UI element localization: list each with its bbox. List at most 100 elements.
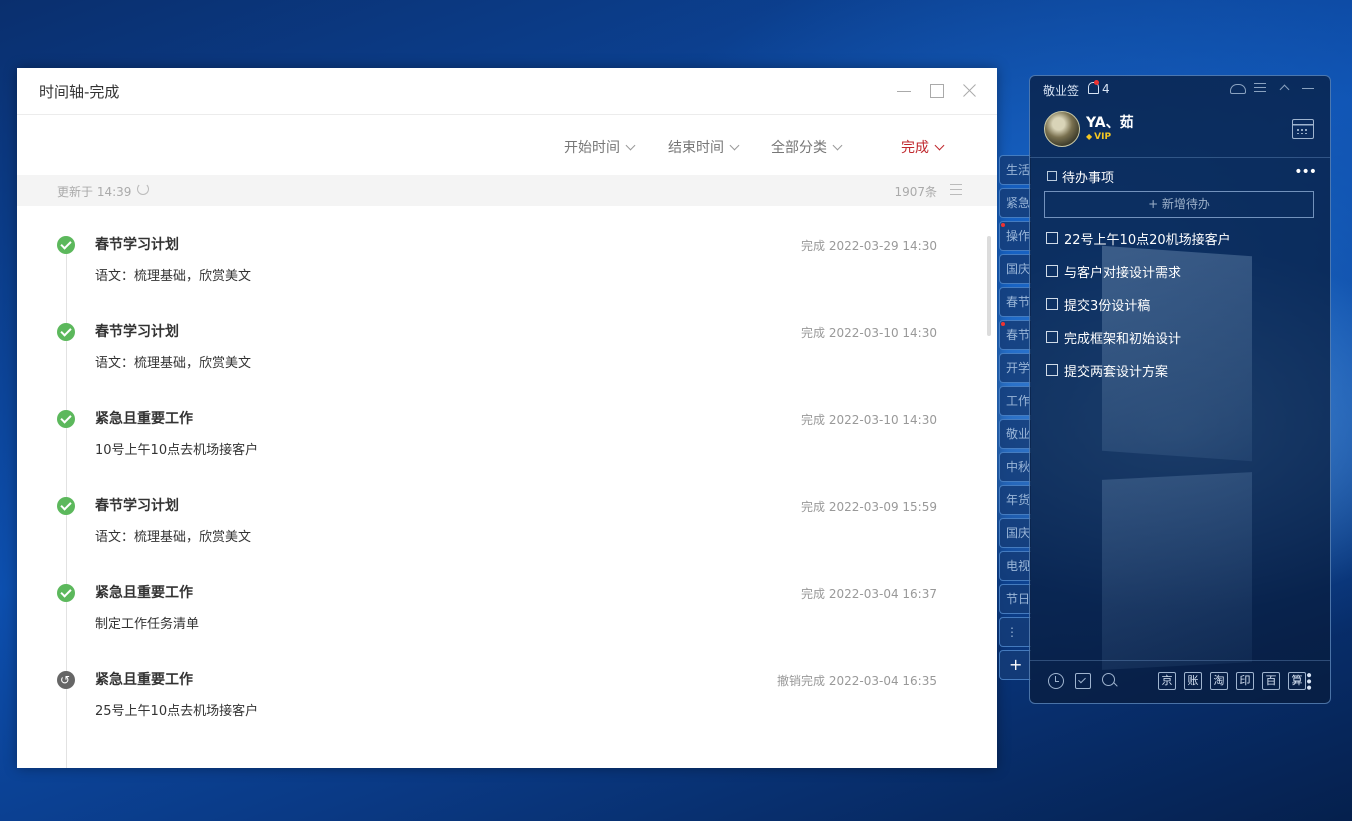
- todo-title: 待办事项: [1062, 171, 1115, 186]
- add-tab-button[interactable]: +: [999, 650, 1031, 680]
- filter-label: 全部分类: [771, 140, 827, 156]
- minimize-button[interactable]: [895, 82, 913, 100]
- avatar[interactable]: [1044, 111, 1080, 147]
- tab-school[interactable]: 开学: [999, 353, 1031, 383]
- shortcut-print[interactable]: 印: [1236, 672, 1254, 690]
- filter-label: 结束时间: [668, 140, 724, 156]
- category-tabs: 生活 紧急 操作 国庆 春节 春节 开学 工作 敬业 中秋 年货 国庆 电视 节…: [999, 155, 1031, 683]
- add-todo-button[interactable]: + 新增待办: [1044, 191, 1314, 218]
- sticky-note-widget: 敬业签 4 YA、茹 VIP 待办事项 ••• + 新增待办 22号上午10点2…: [1029, 75, 1331, 704]
- item-title: 紧急且重要工作: [95, 672, 193, 688]
- tab-operation[interactable]: 操作: [999, 221, 1031, 251]
- item-status: 完成 2022-03-10 14:30: [801, 326, 937, 340]
- tab-label: 生活: [1006, 163, 1031, 177]
- refresh-icon[interactable]: [137, 183, 149, 195]
- todo-checkbox[interactable]: [1046, 232, 1058, 244]
- maximize-button[interactable]: [928, 82, 946, 100]
- filter-category[interactable]: 全部分类: [771, 137, 843, 157]
- red-dot-icon: [1001, 322, 1005, 326]
- item-status: 完成 2022-03-04 16:37: [801, 587, 937, 601]
- scrollbar[interactable]: [987, 236, 991, 336]
- item-desc: 语文：梳理基础，欣赏美文: [95, 530, 252, 545]
- plus-icon: +: [1009, 655, 1023, 674]
- list-view-icon[interactable]: [950, 184, 962, 195]
- tab-national-day[interactable]: 国庆: [999, 254, 1031, 284]
- timeline-item[interactable]: 紧急且重要工作 制定工作任务清单 完成 2022-03-04 16:37: [17, 554, 977, 641]
- item-desc: 25号上午10点去机场接客户: [95, 704, 259, 719]
- filter-status[interactable]: 完成: [901, 137, 945, 157]
- todo-checkbox[interactable]: [1046, 364, 1058, 376]
- tab-more[interactable]: ⋮: [999, 617, 1031, 647]
- tab-new-year-goods[interactable]: 年货: [999, 485, 1031, 515]
- check-circle-icon: [57, 497, 75, 515]
- search-icon[interactable]: [1102, 673, 1115, 686]
- menu-icon[interactable]: [1254, 82, 1268, 94]
- filter-start-time[interactable]: 开始时间: [564, 137, 636, 157]
- clock-icon[interactable]: [1048, 673, 1064, 689]
- collapse-icon[interactable]: [1278, 82, 1292, 94]
- tab-urgent[interactable]: 紧急: [999, 188, 1031, 218]
- chevron-down-icon: [934, 140, 945, 151]
- tab-work[interactable]: 工作: [999, 386, 1031, 416]
- timeline-item[interactable]: 紧急且重要工作 10号上午10点去机场接客户 完成 2022-03-10 14:…: [17, 380, 977, 467]
- item-status: 完成 2022-03-10 14:30: [801, 413, 937, 427]
- todo-checkbox[interactable]: [1046, 265, 1058, 277]
- timeline-item[interactable]: 紧急且重要工作 25号上午10点去机场接客户 撤销完成 2022-03-04 1…: [17, 641, 977, 728]
- vip-badge: VIP: [1086, 132, 1111, 142]
- tab-label: 春节: [1006, 328, 1031, 342]
- calendar-icon[interactable]: [1292, 119, 1314, 139]
- minimize-icon[interactable]: [1302, 82, 1316, 94]
- title-bar: 时间轴-完成: [17, 68, 997, 115]
- item-desc: 语文：梳理基础，欣赏美文: [95, 356, 252, 371]
- item-status: 完成 2022-03-29 14:30: [801, 239, 937, 253]
- item-title: 紧急且重要工作: [95, 411, 193, 427]
- tab-label: 国庆: [1006, 526, 1031, 540]
- tab-label: 国庆: [1006, 262, 1031, 276]
- shortcut-baidu[interactable]: 百: [1262, 672, 1280, 690]
- more-options-icon[interactable]: •••: [1294, 164, 1317, 180]
- timeline-window: 时间轴-完成 开始时间 结束时间 全部分类 完成 更新于 14:39 1907条…: [17, 68, 997, 768]
- tab-holiday[interactable]: 节日: [999, 584, 1031, 614]
- todo-label: 与客户对接设计需求: [1064, 266, 1182, 281]
- tab-tv[interactable]: 电视: [999, 551, 1031, 581]
- todo-checkbox[interactable]: [1046, 331, 1058, 343]
- timeline-item[interactable]: 春节学习计划 语文：梳理基础，欣赏美文 完成 2022-03-10 14:30: [17, 293, 977, 380]
- cloud-sync-icon[interactable]: [1230, 84, 1246, 94]
- timeline-item[interactable]: 春节学习计划 语文：梳理基础，欣赏美文 完成 2022-03-09 15:59: [17, 467, 977, 554]
- tab-label: 节日: [1006, 592, 1031, 606]
- tab-spring-festival[interactable]: 春节: [999, 287, 1031, 317]
- tab-mid-autumn[interactable]: 中秋: [999, 452, 1031, 482]
- widget-footer: 京 账 淘 印 百 算 •••: [1030, 660, 1330, 703]
- item-status: 完成 2022-03-09 15:59: [801, 500, 937, 514]
- todo-checkbox[interactable]: [1046, 298, 1058, 310]
- todo-label: 完成框架和初始设计: [1064, 332, 1182, 347]
- shortcut-jd[interactable]: 京: [1158, 672, 1176, 690]
- tab-national-day-2[interactable]: 国庆: [999, 518, 1031, 548]
- tab-label: 操作: [1006, 229, 1031, 243]
- close-button[interactable]: [960, 82, 978, 100]
- check-circle-icon: [57, 410, 75, 428]
- shortcut-taobao[interactable]: 淘: [1210, 672, 1228, 690]
- filter-end-time[interactable]: 结束时间: [668, 137, 740, 157]
- more-icon: ⋮: [1006, 625, 1018, 639]
- item-title: 春节学习计划: [95, 237, 179, 253]
- username: YA、茹: [1086, 115, 1134, 131]
- completed-icon[interactable]: [1075, 673, 1091, 689]
- filter-label: 完成: [901, 140, 929, 156]
- status-bar: 更新于 14:39 1907条: [17, 175, 997, 206]
- tab-life[interactable]: 生活: [999, 155, 1031, 185]
- user-panel: YA、茹 VIP: [1030, 102, 1330, 158]
- tab-dedicated[interactable]: 敬业: [999, 419, 1031, 449]
- chevron-down-icon: [729, 140, 740, 151]
- timeline-item[interactable]: 春节学习计划 语文：梳理基础，欣赏美文 完成 2022-03-29 14:30: [17, 206, 977, 293]
- todo-label: 22号上午10点20机场接客户: [1064, 233, 1231, 248]
- todo-label: 提交两套设计方案: [1064, 365, 1169, 380]
- chevron-down-icon: [832, 140, 843, 151]
- check-circle-icon: [57, 236, 75, 254]
- window-title: 时间轴-完成: [39, 83, 120, 101]
- shortcut-account[interactable]: 账: [1184, 672, 1202, 690]
- check-circle-icon: [57, 584, 75, 602]
- more-icon[interactable]: •••: [1300, 671, 1316, 690]
- updated-time: 更新于 14:39: [57, 185, 132, 199]
- tab-spring-festival-2[interactable]: 春节: [999, 320, 1031, 350]
